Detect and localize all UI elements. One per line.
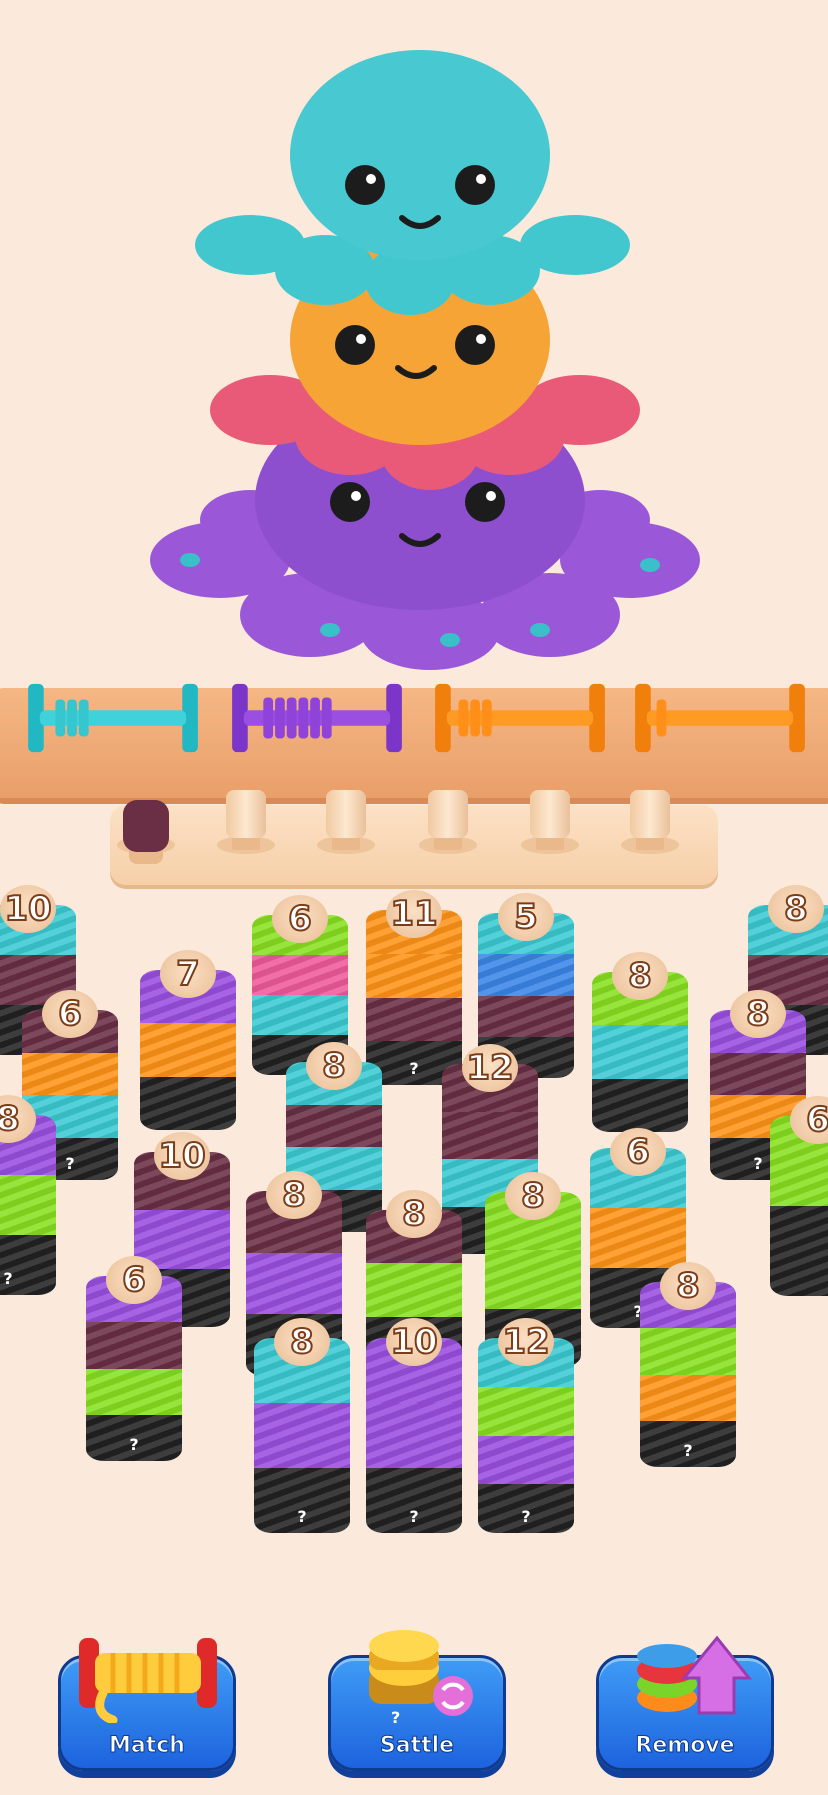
- hidden-layer-marker: ?: [3, 1269, 13, 1288]
- yarn-band: [640, 1328, 736, 1375]
- yarn-band: [478, 1435, 574, 1485]
- yarn-band: [485, 1250, 581, 1309]
- hidden-layer-marker: ?: [521, 1507, 531, 1526]
- stack-count-badge: 12: [462, 1044, 518, 1092]
- stack-count-badge: 8: [660, 1262, 716, 1310]
- yarn-band: [592, 1078, 688, 1132]
- yarn-band: [478, 1386, 574, 1436]
- remove-label: Remove: [635, 1733, 735, 1759]
- stack-count-badge: 8: [730, 990, 786, 1038]
- yarn-band: [366, 1403, 462, 1468]
- yarn-band: [478, 995, 574, 1037]
- yarn-stack[interactable]: 7: [140, 950, 236, 1140]
- yarn-band: [442, 1111, 538, 1159]
- yarn-spool-icon: [79, 1638, 217, 1723]
- yarn-band: [770, 1206, 828, 1296]
- yarn-stack[interactable]: 8?: [254, 1318, 350, 1543]
- remove-button[interactable]: Remove: [596, 1635, 774, 1771]
- yarn-stack[interactable]: 8: [592, 952, 688, 1142]
- peg-slot[interactable]: [123, 800, 169, 852]
- stack-count-badge: 6: [42, 990, 98, 1038]
- spool-icon[interactable]: [425, 678, 615, 758]
- stack-count-badge: 7: [160, 950, 216, 998]
- yarn-band: [246, 1252, 342, 1315]
- stack-count-badge: 8: [612, 952, 668, 1000]
- stack-count-badge: 8: [266, 1171, 322, 1219]
- stack-count-badge: 8: [274, 1318, 330, 1366]
- peg-slot[interactable]: [226, 790, 266, 838]
- peg-base: [521, 836, 579, 854]
- peg-base: [217, 836, 275, 854]
- yarn-band: [140, 1076, 236, 1130]
- yarn-stack[interactable]: 12?: [478, 1318, 574, 1543]
- peg-slot[interactable]: [630, 790, 670, 838]
- hidden-layer-marker: ?: [129, 1435, 139, 1454]
- stack-count-badge: 8: [306, 1042, 362, 1090]
- arrow-up-yarn-icon: [637, 1635, 753, 1715]
- yarn-band: [366, 1263, 462, 1317]
- stack-count-badge: 10: [0, 885, 56, 933]
- stack-count-badge: 8: [386, 1190, 442, 1238]
- peg-base: [317, 836, 375, 854]
- yarn-stack-body: [254, 1338, 350, 1533]
- match-button[interactable]: Match: [58, 1638, 236, 1771]
- yarn-band: [254, 1403, 350, 1468]
- yarn-band: [710, 1052, 806, 1095]
- peg-slot[interactable]: [326, 790, 366, 838]
- shuffle-coins-icon: [369, 1630, 473, 1716]
- yarn-stack-body: [366, 1338, 462, 1533]
- octopus-illustration: [150, 50, 700, 670]
- yarn-band: [86, 1322, 182, 1369]
- yarn-band: [22, 1052, 118, 1095]
- yarn-stack[interactable]: 6?: [86, 1256, 182, 1471]
- sattle-button[interactable]: ? Sattle: [328, 1630, 506, 1771]
- hidden-layer-marker: ?: [297, 1507, 307, 1526]
- match-label: Match: [109, 1733, 186, 1759]
- yarn-stack[interactable]: 6: [770, 1096, 828, 1306]
- yarn-band: [252, 995, 348, 1035]
- peg-slot[interactable]: [428, 790, 468, 838]
- yarn-band: [590, 1208, 686, 1268]
- stack-count-badge: 6: [610, 1128, 666, 1176]
- stack-count-badge: 8: [768, 885, 824, 933]
- stack-count-badge: 12: [498, 1318, 554, 1366]
- peg-slot[interactable]: [530, 790, 570, 838]
- yarn-stack[interactable]: 8?: [0, 1095, 56, 1305]
- hidden-layer-marker: ?: [409, 1507, 419, 1526]
- sattle-hidden-label: ?: [391, 1708, 401, 1727]
- stack-count-badge: 11: [386, 890, 442, 938]
- stack-count-badge: 10: [154, 1132, 210, 1180]
- yarn-band: [478, 954, 574, 996]
- yarn-band: [366, 953, 462, 998]
- yarn-band: [286, 1104, 382, 1147]
- yarn-band: [0, 1175, 56, 1235]
- stack-count-badge: 10: [386, 1318, 442, 1366]
- yarn-band: [366, 997, 462, 1042]
- peg-base: [621, 836, 679, 854]
- sattle-label: Sattle: [379, 1733, 455, 1759]
- yarn-band: [140, 1023, 236, 1077]
- stack-count-badge: 6: [106, 1256, 162, 1304]
- stack-count-badge: 6: [272, 895, 328, 943]
- yarn-stack[interactable]: 10?: [366, 1318, 462, 1543]
- yarn-stack[interactable]: 8?: [640, 1262, 736, 1477]
- spool-icon[interactable]: [18, 678, 208, 758]
- yarn-band: [86, 1368, 182, 1415]
- stack-count-badge: 5: [498, 893, 554, 941]
- spool-icon[interactable]: [625, 678, 815, 758]
- yarn-band: [640, 1374, 736, 1421]
- stack-count-badge: 8: [505, 1172, 561, 1220]
- yarn-stack-body: [478, 1338, 574, 1533]
- yarn-band: [252, 955, 348, 995]
- yarn-band: [592, 1025, 688, 1079]
- hidden-layer-marker: ?: [683, 1441, 693, 1460]
- spool-icon[interactable]: [222, 678, 412, 758]
- peg-base: [419, 836, 477, 854]
